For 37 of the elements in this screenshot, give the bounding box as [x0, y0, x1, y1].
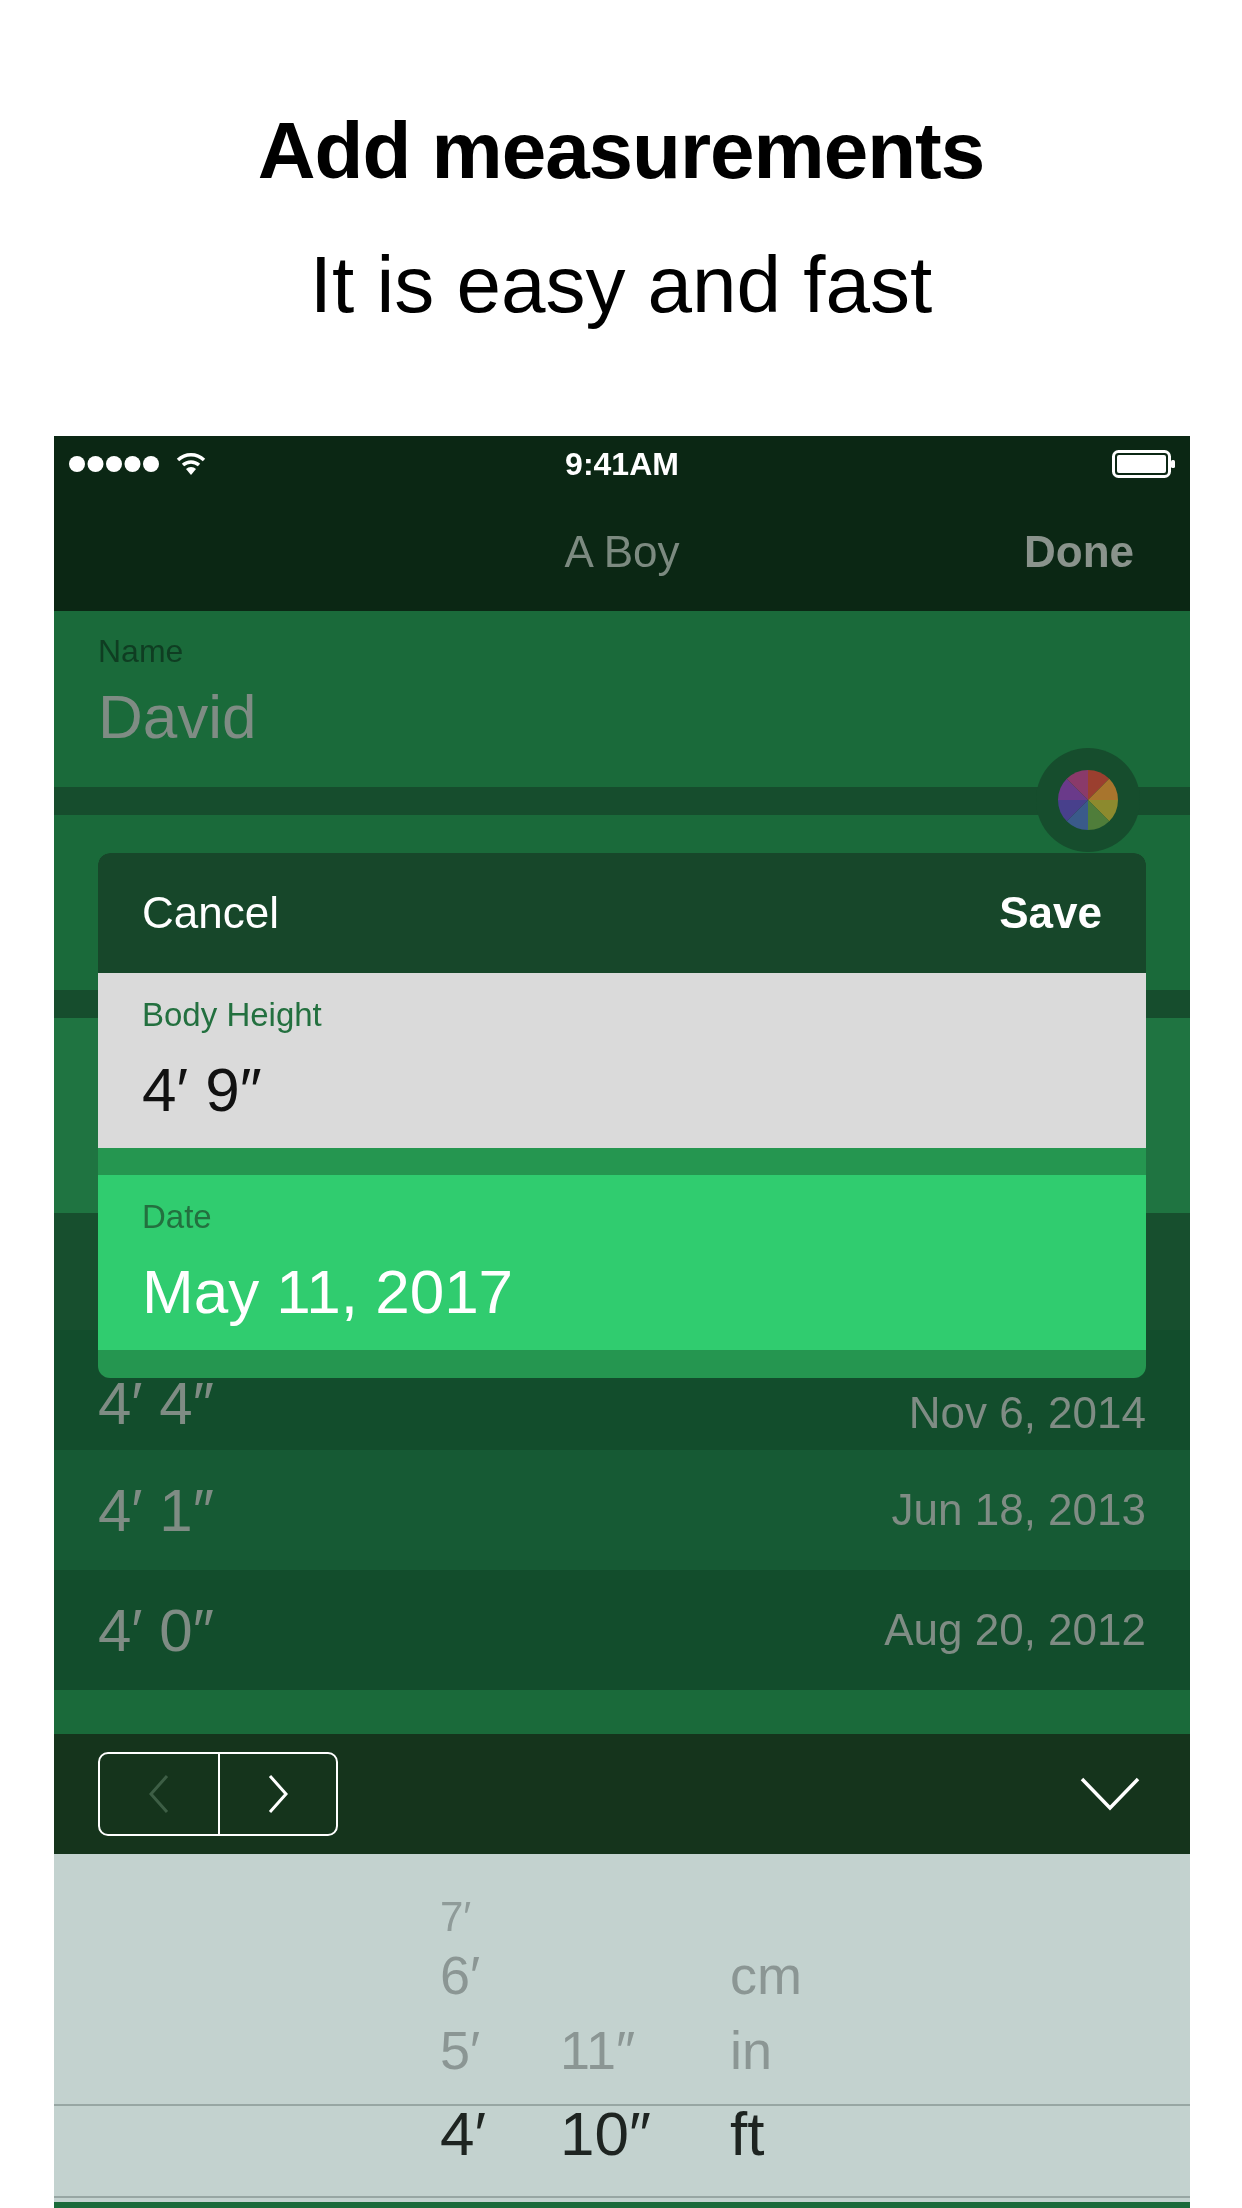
picker-item[interactable]: cm — [730, 1938, 870, 2012]
field-value: May 11, 2017 — [142, 1256, 515, 1328]
height-value: 4′ 1″ — [98, 1475, 214, 1545]
picker-item[interactable]: in — [730, 2012, 870, 2088]
measurement-date: Jun 18, 2013 — [891, 1485, 1146, 1535]
wifi-icon — [176, 452, 206, 476]
measurement-row[interactable]: 4′ 1″ Jun 18, 2013 — [54, 1450, 1190, 1570]
signal-icon — [68, 455, 160, 473]
field-label: Body Height — [142, 995, 323, 1035]
name-value: David — [98, 681, 258, 753]
subheadline: It is easy and fast — [309, 239, 933, 331]
color-wheel-icon — [1057, 769, 1119, 831]
battery-icon — [1112, 450, 1176, 478]
nav-title: A Boy — [563, 526, 681, 577]
done-button[interactable]: Done — [1024, 526, 1134, 577]
field-value: 4′ 9″ — [142, 1054, 263, 1126]
measurement-date: Nov 6, 2014 — [908, 1388, 1146, 1438]
picker-item[interactable]: 5′ — [440, 2012, 560, 2088]
picker-item[interactable]: 11″ — [560, 2012, 730, 2088]
dialog-field[interactable]: Date May 11, 2017 — [98, 1175, 1146, 1350]
measurement-date: Aug 20, 2012 — [884, 1605, 1146, 1655]
status-time: 9:41AM — [564, 445, 680, 483]
height-value: 4′ 0″ — [98, 1595, 214, 1665]
picker-item[interactable]: 10″ — [560, 2088, 730, 2180]
chevron-right-icon — [268, 1774, 288, 1814]
height-value: 4′ 4″ — [98, 1369, 214, 1438]
field-label: Date — [142, 1197, 213, 1237]
save-button[interactable]: Save — [999, 888, 1102, 938]
headline: Add measurements — [257, 105, 985, 197]
picker-item[interactable]: 6′ — [440, 1938, 560, 2012]
chevron-left-icon — [149, 1774, 169, 1814]
cancel-button[interactable]: Cancel — [142, 888, 279, 938]
measurement-row[interactable]: 4′ 0″ Aug 20, 2012 — [54, 1570, 1190, 1690]
dialog-field[interactable]: Body Height 4′ 9″ — [98, 973, 1146, 1148]
picker-item[interactable]: ft — [730, 2088, 870, 2180]
chevron-down-icon[interactable] — [1080, 1777, 1140, 1811]
picker-item[interactable]: 4′ — [440, 2088, 560, 2180]
